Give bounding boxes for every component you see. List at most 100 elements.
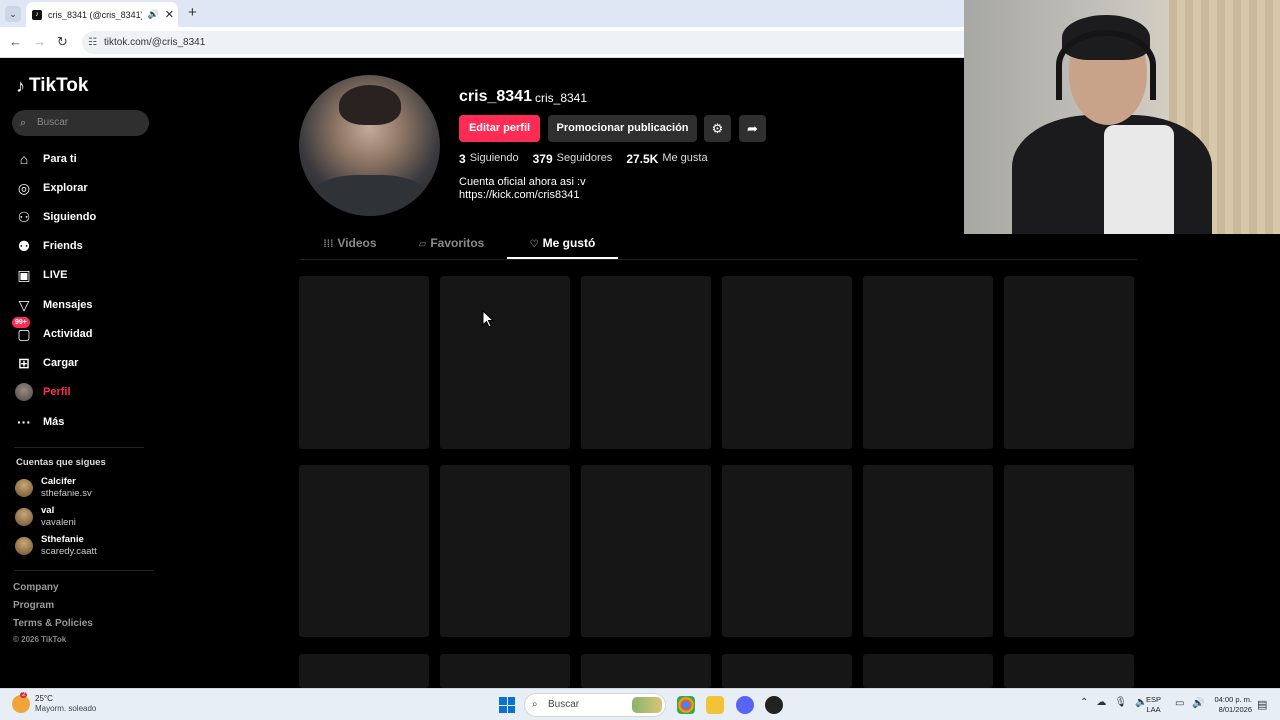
avatar	[15, 508, 33, 526]
file-explorer-icon[interactable]	[706, 696, 724, 714]
browser-tab[interactable]: ♪ cris_8341 (@cris_8341) | Tik 🔊 ✕	[26, 2, 178, 27]
footer-link-company[interactable]: Company	[13, 582, 59, 593]
network-icon[interactable]: ▭	[1175, 698, 1184, 709]
new-tab-button[interactable]: +	[188, 4, 197, 21]
activity-icon: ▢ 99+	[12, 317, 33, 343]
divider	[14, 447, 144, 448]
nav-explorar[interactable]: ◎ Explorar	[15, 179, 88, 197]
account-handle: scaredy.caatt	[41, 546, 97, 557]
speaker-icon[interactable]: 🔊	[148, 9, 159, 20]
nav-live[interactable]: ▣ LIVE	[15, 266, 67, 284]
liked-video-placeholder[interactable]	[581, 654, 711, 688]
followed-account[interactable]: Calcifer sthefanie.sv	[15, 476, 92, 500]
liked-video-placeholder[interactable]	[581, 276, 711, 449]
tiktok-logo[interactable]: ♪ TikTok	[16, 75, 88, 97]
clock[interactable]: 04:00 p. m. 8/01/2026	[1210, 695, 1252, 715]
liked-video-placeholder[interactable]	[581, 465, 711, 637]
weather-widget[interactable]: 2 25°C Mayorm. soleado	[12, 692, 97, 714]
tab-me-gusto[interactable]: ♡ Me gustó	[507, 229, 618, 259]
followers-label[interactable]: Seguidores	[557, 152, 613, 166]
nav-label: Mensajes	[43, 299, 93, 311]
liked-video-placeholder[interactable]	[1004, 654, 1134, 688]
liked-video-placeholder[interactable]	[863, 276, 993, 449]
liked-video-placeholder[interactable]	[722, 654, 852, 688]
followed-account[interactable]: val vavaleni	[15, 505, 76, 529]
nav-label: LIVE	[43, 269, 68, 281]
site-info-icon[interactable]: ☷	[88, 31, 97, 54]
following-label[interactable]: Siguiendo	[470, 152, 519, 166]
profile-nickname: cris_8341	[535, 91, 588, 105]
liked-video-placeholder[interactable]	[440, 465, 570, 637]
nav-mensajes[interactable]: ▽ Mensajes	[15, 296, 93, 314]
avatar	[15, 383, 33, 401]
windows-start-icon[interactable]	[499, 697, 515, 713]
nav-label: Siguiendo	[43, 211, 97, 223]
liked-video-placeholder[interactable]	[863, 465, 993, 637]
search-placeholder: Buscar	[37, 117, 69, 128]
copyright: © 2026 TikTok	[13, 635, 67, 644]
tab-label: Videos	[337, 236, 377, 250]
tab-list-button[interactable]: ⌄	[5, 6, 21, 22]
liked-video-placeholder[interactable]	[722, 465, 852, 637]
forward-icon[interactable]: →	[33, 34, 46, 49]
liked-video-placeholder[interactable]	[299, 654, 429, 688]
liked-video-placeholder[interactable]	[722, 276, 852, 449]
send-icon: ▽	[18, 296, 30, 313]
notification-icon[interactable]: ▤	[1257, 698, 1267, 711]
tab-favoritos[interactable]: ▱ Favoritos	[414, 229, 489, 259]
footer-link-program[interactable]: Program	[13, 600, 54, 611]
language-indicator[interactable]: ESP LAA	[1146, 695, 1161, 715]
nav-perfil[interactable]: Perfil	[15, 383, 71, 401]
chrome-icon[interactable]	[677, 696, 695, 714]
speaker-icon[interactable]: 🔊	[1192, 698, 1204, 709]
nav-label: Explorar	[43, 182, 88, 194]
close-tab-icon[interactable]: ✕	[165, 8, 174, 21]
taskbar-search[interactable]: ⌕ Buscar	[524, 693, 666, 717]
followed-account[interactable]: Sthefanie scaredy.caatt	[15, 534, 97, 558]
microphone-icon[interactable]: 🎙	[1114, 697, 1127, 708]
tab-label: Me gustó	[542, 236, 596, 250]
nav-para-ti[interactable]: ⌂ Para ti	[15, 150, 77, 168]
profile-stats: 3 Siguiendo 379 Seguidores 27.5K Me gust…	[459, 152, 722, 166]
discord-icon[interactable]	[736, 696, 754, 714]
tab-label: Favoritos	[430, 236, 485, 250]
nav-actividad[interactable]: ▢ 99+ Actividad	[12, 317, 93, 343]
nav-siguiendo[interactable]: ⚇ Siguiendo	[15, 208, 96, 226]
chevron-up-icon[interactable]: ⌃	[1080, 697, 1088, 708]
share-button[interactable]: ➦	[739, 115, 766, 142]
tab-videos[interactable]: ⁞⁞⁞ Videos	[319, 229, 381, 259]
share-icon: ➦	[747, 121, 758, 136]
profile-link[interactable]: https://kick.com/cris8341	[459, 189, 579, 201]
app-icon[interactable]	[765, 696, 783, 714]
nav-label: Para ti	[43, 153, 77, 165]
liked-video-placeholder[interactable]	[440, 276, 570, 449]
nav-mas[interactable]: ··· Más	[15, 413, 64, 431]
liked-video-placeholder[interactable]	[440, 654, 570, 688]
taskbar-search-label: Buscar	[548, 699, 580, 710]
onedrive-icon[interactable]: ☁	[1096, 697, 1106, 708]
bookmark-icon: ▱	[418, 239, 427, 250]
profile-avatar[interactable]	[299, 75, 440, 216]
weather-desc: Mayorm. soleado	[35, 704, 97, 713]
search-input[interactable]: ⌕ Buscar	[12, 110, 149, 136]
liked-video-placeholder[interactable]	[1004, 276, 1134, 449]
edit-profile-button[interactable]: Editar perfil	[459, 115, 540, 142]
clock-date: 8/01/2026	[1218, 705, 1252, 714]
nav-friends[interactable]: ⚉ Friends	[15, 237, 83, 255]
liked-video-placeholder[interactable]	[299, 276, 429, 449]
promote-post-button[interactable]: Promocionar publicación	[548, 115, 697, 142]
back-icon[interactable]: ←	[9, 34, 22, 49]
weather-temp: 25°C	[35, 694, 53, 703]
liked-video-placeholder[interactable]	[299, 465, 429, 637]
reload-icon[interactable]: ↻	[57, 34, 68, 50]
following-icon: ⚇	[17, 208, 31, 225]
compass-icon: ◎	[17, 179, 31, 196]
settings-button[interactable]: ⚙	[704, 115, 731, 142]
clock-time: 04:00 p. m.	[1214, 695, 1252, 704]
liked-video-placeholder[interactable]	[1004, 465, 1134, 637]
footer-link-terms[interactable]: Terms & Policies	[13, 618, 93, 629]
likes-count: 27.5K	[626, 152, 659, 166]
followers-count: 379	[532, 152, 553, 166]
nav-cargar[interactable]: ⊞ Cargar	[15, 354, 78, 372]
liked-video-placeholder[interactable]	[863, 654, 993, 688]
